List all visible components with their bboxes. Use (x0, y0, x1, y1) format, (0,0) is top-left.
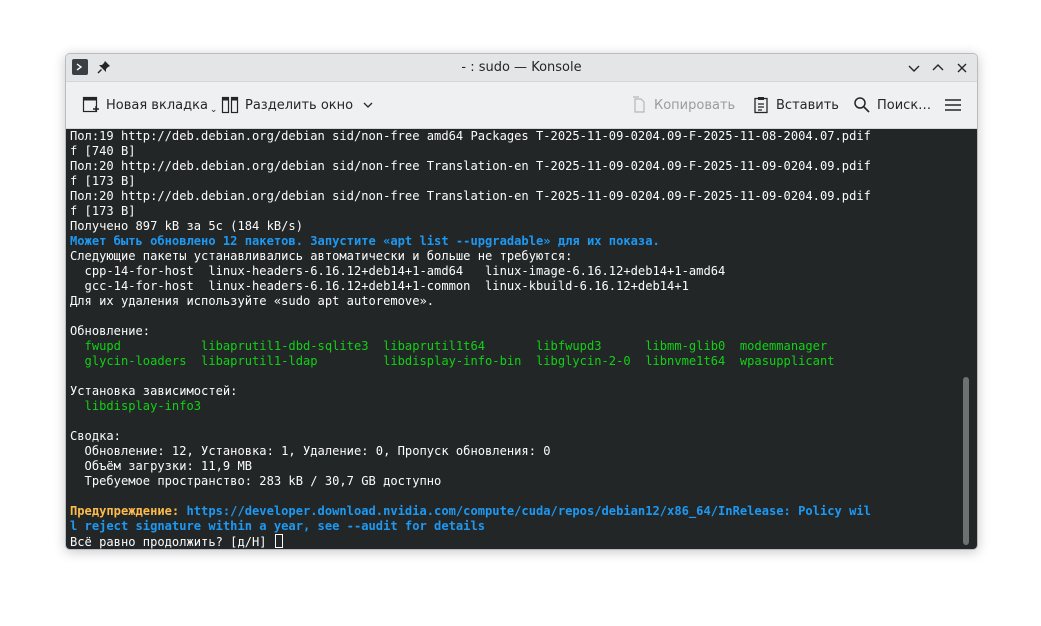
terminal-text: Обновление: (70, 324, 151, 338)
close-button[interactable] (952, 58, 972, 78)
terminal-line: Обновление: (70, 324, 871, 339)
terminal-text: Пол:20 http://deb.debian.org/debian sid/… (70, 189, 871, 203)
split-view-label: Разделить окно (245, 97, 354, 113)
terminal-line: l reject signature within a year, see --… (70, 519, 871, 534)
terminal-text: l reject signature within a year, see --… (70, 519, 486, 533)
split-view-button[interactable]: Разделить окно (221, 95, 377, 115)
terminal-text: Установка зависимостей: (70, 384, 238, 398)
terminal-line: Пол:20 http://deb.debian.org/debian sid/… (70, 159, 871, 174)
search-button[interactable]: Поиск… (853, 95, 931, 115)
terminal-line: libdisplay-info3 (70, 399, 871, 414)
terminal-text: cpp-14-for-host linux-headers-6.16.12+de… (70, 264, 726, 278)
terminal-text: Может быть обновлено 12 пакетов. Запусти… (70, 234, 660, 248)
terminal-line: Пол:19 http://deb.debian.org/debian sid/… (70, 129, 871, 144)
terminal-text: f [173 B] (70, 174, 136, 188)
new-tab-label: Новая вкладка (106, 97, 208, 113)
terminal-text: Сводка: (70, 429, 121, 443)
paste-button[interactable]: Вставить (752, 95, 839, 115)
copy-button[interactable]: Копировать (630, 95, 735, 115)
new-tab-icon (82, 96, 100, 114)
terminal-line: Требуемое пространство: 283 kB / 30,7 GB… (70, 474, 871, 489)
terminal-line: Может быть обновлено 12 пакетов. Запусти… (70, 234, 871, 249)
copy-label: Копировать (654, 97, 736, 113)
terminal-line: Для их удаления используйте «sudo apt au… (70, 294, 871, 309)
terminal-text: Требуемое пространство: 283 kB / 30,7 GB… (70, 474, 442, 488)
copy-icon (630, 96, 648, 114)
paste-label: Вставить (776, 97, 839, 113)
split-view-icon (221, 96, 239, 114)
terminal-text: Обновление: 12, Установка: 1, Удаление: … (70, 444, 551, 458)
terminal-view[interactable]: Пол:19 http://deb.debian.org/debian sid/… (66, 129, 977, 549)
terminal-line: glycin-loaders libaprutil1-ldap libdispl… (70, 354, 871, 369)
terminal-text: Объём загрузки: 11,9 MB (70, 459, 253, 473)
search-icon (853, 96, 871, 114)
minimize-button[interactable] (904, 58, 924, 78)
terminal-line: fwupd libaprutil1-dbd-sqlite3 libaprutil… (70, 339, 871, 354)
scrollbar-handle[interactable] (963, 377, 969, 545)
terminal-line: cpp-14-for-host linux-headers-6.16.12+de… (70, 264, 871, 279)
terminal-line: gcc-14-for-host linux-headers-6.16.12+de… (70, 279, 871, 294)
terminal-line: Пол:20 http://deb.debian.org/debian sid/… (70, 189, 871, 204)
terminal-line: f [173 B] (70, 174, 871, 189)
terminal-text: libdisplay-info3 (70, 399, 202, 413)
terminal-text: gcc-14-for-host linux-headers-6.16.12+de… (70, 279, 689, 293)
terminal-text: Пол:19 http://deb.debian.org/debian sid/… (70, 129, 871, 143)
terminal-line: Сводка: (70, 429, 871, 444)
terminal-line: f [173 B] (70, 204, 871, 219)
text-cursor (274, 534, 283, 548)
terminal-text: Для их удаления используйте «sudo apt au… (70, 294, 435, 308)
terminal-line: Получено 897 kB за 5c (184 kB/s) (70, 219, 871, 234)
chevron-down-icon: ⌄ (209, 105, 218, 115)
terminal-line: Обновление: 12, Установка: 1, Удаление: … (70, 444, 871, 459)
terminal-text: Следующие пакеты устанавливались автомат… (70, 249, 573, 263)
terminal-text: Предупреждение: (70, 504, 180, 518)
hamburger-menu-button[interactable] (944, 95, 962, 115)
chevron-up-icon (932, 64, 944, 71)
terminal-line: Установка зависимостей: (70, 384, 871, 399)
terminal-line: Всё равно продолжить? [д/Н] (70, 534, 871, 549)
terminal-line: Предупреждение: https://developer.downlo… (70, 504, 871, 519)
menu-icon (944, 96, 962, 114)
terminal-text: Всё равно продолжить? [д/Н] (70, 535, 274, 549)
chevron-down-icon (359, 96, 377, 114)
window-title: - : sudo — Konsole (461, 60, 582, 75)
terminal-line: Объём загрузки: 11,9 MB (70, 459, 871, 474)
title-bar: - : sudo — Konsole (66, 54, 977, 82)
search-label: Поиск… (877, 97, 932, 113)
toolbar: Новая вкладка ⌄ Разделить окно Копироват… (66, 82, 977, 129)
terminal-text: glycin-loaders libaprutil1-ldap libdispl… (70, 354, 835, 368)
terminal-text: Пол:20 http://deb.debian.org/debian sid/… (70, 159, 871, 173)
terminal-line: Следующие пакеты устанавливались автомат… (70, 249, 871, 264)
terminal-output: Пол:19 http://deb.debian.org/debian sid/… (70, 129, 871, 549)
chevron-down-icon (908, 65, 920, 72)
maximize-button[interactable] (928, 58, 948, 78)
paste-icon (752, 96, 770, 114)
terminal-text: f [173 B] (70, 204, 136, 218)
terminal-text: https://developer.download.nvidia.com/co… (179, 504, 871, 518)
terminal-text: f [740 B] (70, 144, 136, 158)
konsole-window: - : sudo — Konsole Новая вкладка ⌄ Разде… (65, 53, 978, 550)
terminal-text: fwupd libaprutil1-dbd-sqlite3 libaprutil… (70, 339, 828, 353)
close-icon (957, 63, 967, 73)
terminal-line: f [740 B] (70, 144, 871, 159)
new-tab-button[interactable]: Новая вкладка ⌄ (82, 95, 217, 115)
terminal-text: Получено 897 kB за 5c (184 kB/s) (70, 219, 303, 233)
